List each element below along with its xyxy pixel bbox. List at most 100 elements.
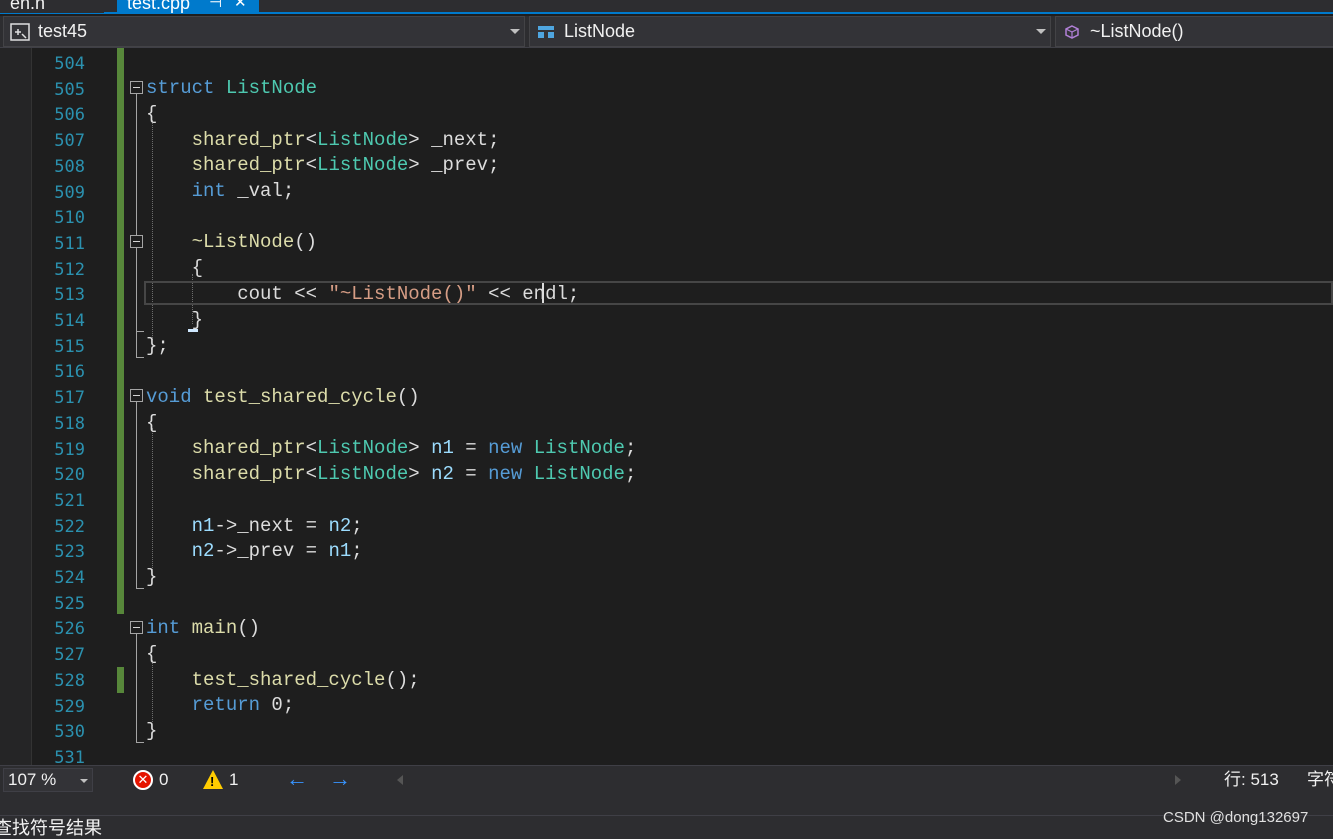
scope-label: ListNode: [564, 21, 636, 41]
code-text: (): [237, 617, 261, 639]
warning-icon[interactable]: !: [203, 770, 223, 789]
line-number: 524: [54, 568, 85, 588]
variable: n2: [328, 515, 352, 537]
code-line-507[interactable]: shared_ptr<ListNode> _next;: [146, 127, 500, 153]
navigate-back-icon[interactable]: ←: [286, 766, 308, 792]
variable: n1: [431, 437, 454, 459]
variable: n1: [191, 515, 215, 537]
navigate-forward-icon[interactable]: →: [329, 766, 351, 792]
code-line-530[interactable]: }: [146, 718, 157, 744]
code-line-528[interactable]: test_shared_cycle();: [146, 667, 420, 693]
scroll-left-icon[interactable]: [397, 775, 403, 785]
line-number: 525: [54, 593, 85, 614]
tab-test-cpp[interactable]: test.cpp ⊣ ✕: [117, 0, 259, 13]
code-line-522[interactable]: n1->_next = n2;: [146, 513, 363, 539]
type-name: ListNode: [533, 463, 625, 485]
function-name: ListNode: [203, 231, 295, 253]
type-name: ListNode: [225, 77, 318, 99]
template-open: <: [305, 437, 318, 459]
code-line-527[interactable]: {: [146, 641, 157, 667]
line-number: 504: [54, 54, 85, 74]
template-close: >: [408, 129, 420, 151]
type-name: ListNode: [317, 463, 409, 485]
keyword: void: [146, 386, 192, 408]
identifier: endl: [522, 283, 568, 305]
code-line-524[interactable]: }: [146, 564, 157, 590]
brace: }: [146, 566, 158, 588]
code-editor[interactable]: 504 505 506 507 508 509 510 511 512 513 514 515 516 5…: [0, 48, 1333, 765]
code-text: _next;: [419, 129, 500, 151]
project-dropdown[interactable]: test45: [3, 16, 525, 47]
code-text: (): [396, 386, 420, 408]
code-line-505[interactable]: struct ListNode: [146, 75, 317, 101]
collapse-toggle-icon[interactable]: [130, 621, 143, 634]
editor-margin: [0, 48, 32, 765]
line-number: 514: [54, 311, 85, 331]
outline-line: [136, 94, 137, 357]
outline-line: [136, 331, 144, 332]
line-number: 511: [54, 233, 85, 254]
line-number: 508: [54, 156, 85, 177]
code-line-529[interactable]: return 0;: [146, 692, 295, 718]
collapse-toggle-icon[interactable]: [130, 235, 143, 248]
code-line-520[interactable]: shared_ptr<ListNode> n2 = new ListNode;: [146, 461, 637, 487]
brace: }: [191, 309, 204, 331]
line-number: 526: [54, 619, 85, 640]
member-label: ~ListNode(): [1090, 21, 1184, 41]
string-literal: "~ListNode()": [328, 283, 477, 305]
project-label: test45: [38, 21, 88, 41]
code-line-518[interactable]: {: [146, 410, 157, 436]
warning-count[interactable]: 1: [229, 769, 238, 791]
collapse-toggle-icon[interactable]: [130, 389, 143, 402]
code-text: ;: [567, 283, 580, 305]
scope-dropdown[interactable]: ListNode: [529, 16, 1051, 47]
navigation-bar: test45 ListNode ~ListNode(): [0, 16, 1333, 48]
pin-icon[interactable]: ⊣: [209, 0, 222, 13]
code-text: ();: [385, 669, 420, 691]
outline-line: [136, 357, 144, 358]
line-number: 518: [54, 413, 85, 434]
error-count[interactable]: 0: [159, 769, 168, 791]
close-icon[interactable]: ✕: [234, 0, 247, 13]
code-text: 0;: [260, 694, 295, 716]
chevron-down-icon: [510, 29, 520, 34]
line-number: 521: [54, 490, 85, 511]
outline-line: [136, 402, 137, 588]
zoom-dropdown[interactable]: 107 %: [3, 768, 93, 792]
line-number: 505: [54, 79, 85, 100]
member-dropdown[interactable]: ~ListNode(): [1055, 16, 1333, 47]
char-indicator: 字符: [1307, 770, 1333, 789]
function-name: shared_ptr: [191, 437, 306, 459]
function-name: test_shared_cycle: [203, 386, 397, 408]
code-line-509[interactable]: int _val;: [146, 178, 295, 204]
collapse-toggle-icon[interactable]: [130, 81, 143, 94]
brace: {: [191, 257, 204, 279]
scroll-right-icon[interactable]: [1175, 775, 1181, 785]
function-name: shared_ptr: [191, 129, 306, 151]
keyword: int: [146, 617, 181, 639]
code-line-515[interactable]: };: [146, 333, 169, 359]
line-number: 513: [54, 285, 85, 306]
text-caret: [542, 283, 544, 303]
code-line-517[interactable]: void test_shared_cycle(): [146, 384, 420, 410]
code-line-512[interactable]: {: [146, 255, 203, 281]
code-line-513[interactable]: cout << "~ListNode()" << endl;: [146, 281, 579, 307]
function-name: test_shared_cycle: [191, 669, 386, 691]
template-close: >: [408, 154, 420, 176]
line-number: 507: [54, 131, 85, 152]
code-line-511[interactable]: ~ListNode(): [146, 229, 317, 255]
function-name: main: [191, 617, 238, 639]
operator: ->: [214, 515, 238, 537]
code-line-523[interactable]: n2->_prev = n1;: [146, 538, 363, 564]
error-icon[interactable]: ✕: [133, 770, 153, 790]
code-text: ;: [351, 515, 363, 537]
panel-title[interactable]: 查找符号结果: [0, 818, 102, 839]
line-indicator: 行: 513: [1224, 770, 1279, 789]
code-line-519[interactable]: shared_ptr<ListNode> n1 = new ListNode;: [146, 435, 637, 461]
panel-splitter[interactable]: [0, 794, 1333, 816]
code-line-506[interactable]: {: [146, 101, 157, 127]
tab-en-h[interactable]: en.h: [0, 0, 104, 13]
code-line-508[interactable]: shared_ptr<ListNode> _prev;: [146, 152, 500, 178]
variable: n2: [431, 463, 454, 485]
code-line-526[interactable]: int main(): [146, 615, 260, 641]
